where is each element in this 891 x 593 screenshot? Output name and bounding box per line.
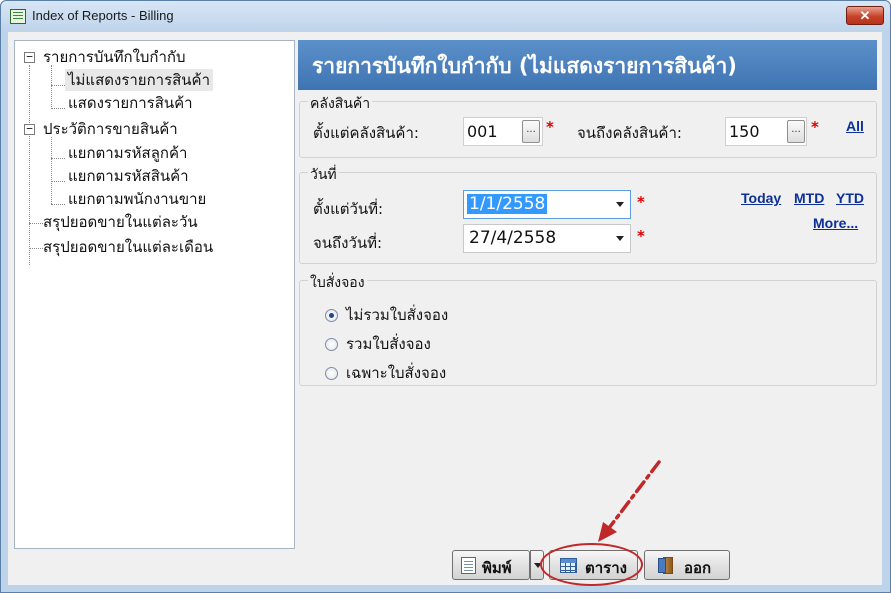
annotation-arrow [598, 460, 661, 542]
